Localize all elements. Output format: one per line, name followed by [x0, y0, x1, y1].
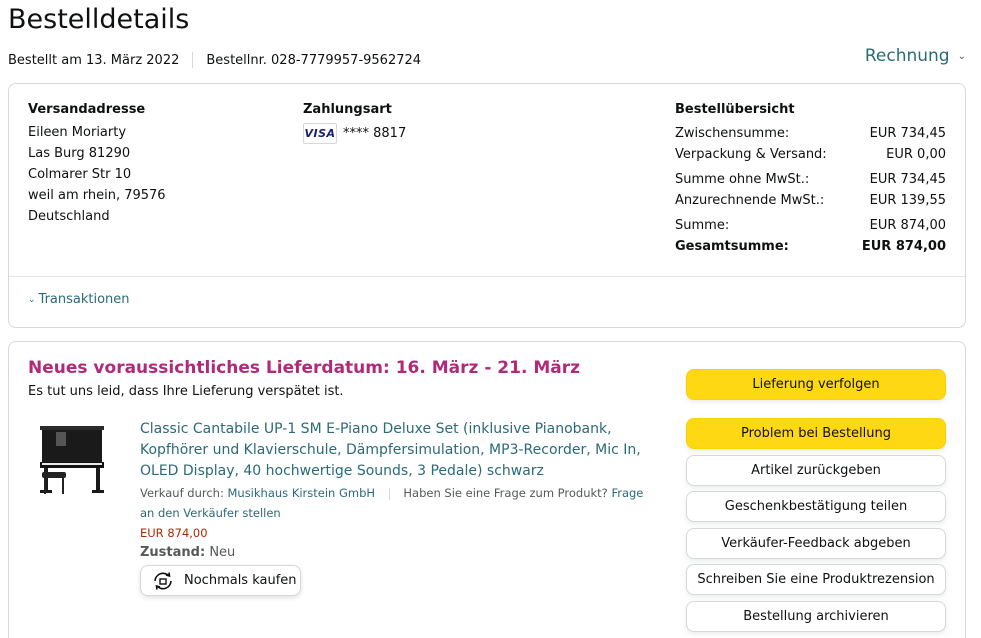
summary-row: Verpackung & Versand: EUR 0,00: [675, 144, 946, 165]
share-gift-receipt-button[interactable]: Geschenkbestätigung teilen: [686, 491, 946, 522]
condition-label: Zustand:: [140, 545, 206, 560]
summary-value: EUR 734,45: [869, 172, 946, 187]
summary-label: Summe ohne MwSt.:: [675, 172, 810, 187]
chevron-down-icon: ⌄: [957, 50, 966, 62]
transactions-toggle[interactable]: ⌄ Transaktionen: [28, 292, 130, 307]
buy-again-button[interactable]: Nochmals kaufen: [140, 565, 301, 596]
delivery-date-title: Neues voraussichtliches Lieferdatum: 16.…: [28, 358, 581, 378]
product-title-link[interactable]: Classic Cantabile UP-1 SM E-Piano Deluxe…: [140, 419, 662, 482]
divider: [9, 276, 965, 277]
buy-again-label: Nochmals kaufen: [184, 573, 297, 588]
summary-value: EUR 874,00: [869, 218, 946, 233]
chevron-down-icon: ⌄: [28, 294, 36, 305]
order-date: Bestellt am 13. März 2022: [8, 52, 180, 68]
invoice-label: Rechnung: [864, 46, 950, 66]
divider: [388, 487, 390, 500]
order-summary: Bestellübersicht Zwischensumme: EUR 734,…: [675, 101, 946, 257]
archive-order-button[interactable]: Bestellung archivieren: [686, 601, 946, 632]
summary-label: Summe:: [675, 218, 730, 233]
order-meta: Bestellt am 13. März 2022 Bestellnr. 028…: [8, 52, 421, 68]
payment-title: Zahlungsart: [303, 102, 392, 117]
address-line: Eileen Moriarty: [28, 125, 127, 140]
shipping-title: Versandadresse: [28, 102, 146, 117]
summary-label: Zwischensumme:: [675, 126, 790, 141]
condition-value: Neu: [209, 545, 236, 560]
address-line: Las Burg 81290: [28, 146, 131, 161]
seller-feedback-button[interactable]: Verkäufer-Feedback abgeben: [686, 528, 946, 559]
summary-value: EUR 0,00: [886, 147, 946, 162]
problem-with-order-button[interactable]: Problem bei Bestellung: [686, 418, 946, 449]
summary-row: Summe ohne MwSt.: EUR 734,45: [675, 169, 946, 190]
product-price: EUR 874,00: [140, 526, 208, 540]
summary-value: EUR 874,00: [861, 239, 946, 254]
sold-by-label: Verkauf durch:: [140, 486, 224, 500]
page-title: Bestelldetails: [8, 4, 190, 35]
divider: [192, 52, 194, 68]
card-number: **** 8817: [343, 126, 407, 141]
invoice-dropdown[interactable]: Rechnung ⌄: [865, 46, 966, 66]
track-package-button[interactable]: Lieferung verfolgen: [686, 369, 946, 400]
order-number: Bestellnr. 028-7779957-9562724: [206, 52, 422, 68]
summary-row: Zwischensumme: EUR 734,45: [675, 123, 946, 144]
visa-card-icon: VISA: [303, 123, 337, 144]
address-line: Colmarer Str 10: [28, 167, 132, 182]
seller-link[interactable]: Musikhaus Kirstein GmbH: [227, 486, 375, 500]
summary-label: Gesamtsumme:: [675, 239, 789, 254]
order-details-card: Versandadresse Eileen Moriarty Las Burg …: [8, 83, 966, 328]
shipment-card: Neues voraussichtliches Lieferdatum: 16.…: [8, 341, 966, 638]
product-image[interactable]: [36, 422, 106, 496]
summary-row: Anzurechnende MwSt.: EUR 139,55: [675, 190, 946, 211]
summary-row: Summe: EUR 874,00: [675, 215, 946, 236]
seller-info: Verkauf durch: Musikhaus Kirstein GmbH H…: [140, 483, 660, 523]
return-items-button[interactable]: Artikel zurückgeben: [686, 455, 946, 486]
transactions-label: Transaktionen: [38, 292, 130, 307]
grand-total-row: Gesamtsumme: EUR 874,00: [675, 236, 946, 257]
address-line: Deutschland: [28, 209, 110, 224]
reorder-icon: [154, 571, 172, 590]
summary-label: Anzurechnende MwSt.:: [675, 193, 825, 208]
payment-method: Zahlungsart VISA **** 8817: [303, 101, 406, 144]
address-line: weil am rhein, 79576: [28, 188, 166, 203]
summary-value: EUR 139,55: [869, 193, 946, 208]
product-condition: Zustand: Neu: [140, 545, 235, 560]
delivery-delay-message: Es tut uns leid, dass Ihre Lieferung ver…: [28, 384, 344, 399]
summary-label: Verpackung & Versand:: [675, 147, 827, 162]
write-review-button[interactable]: Schreiben Sie eine Produktrezension: [686, 564, 946, 595]
question-label: Haben Sie eine Frage zum Produkt?: [403, 486, 608, 500]
summary-value: EUR 734,45: [869, 126, 946, 141]
shipping-address: Versandadresse Eileen Moriarty Las Burg …: [28, 101, 166, 227]
summary-title: Bestellübersicht: [675, 102, 795, 117]
